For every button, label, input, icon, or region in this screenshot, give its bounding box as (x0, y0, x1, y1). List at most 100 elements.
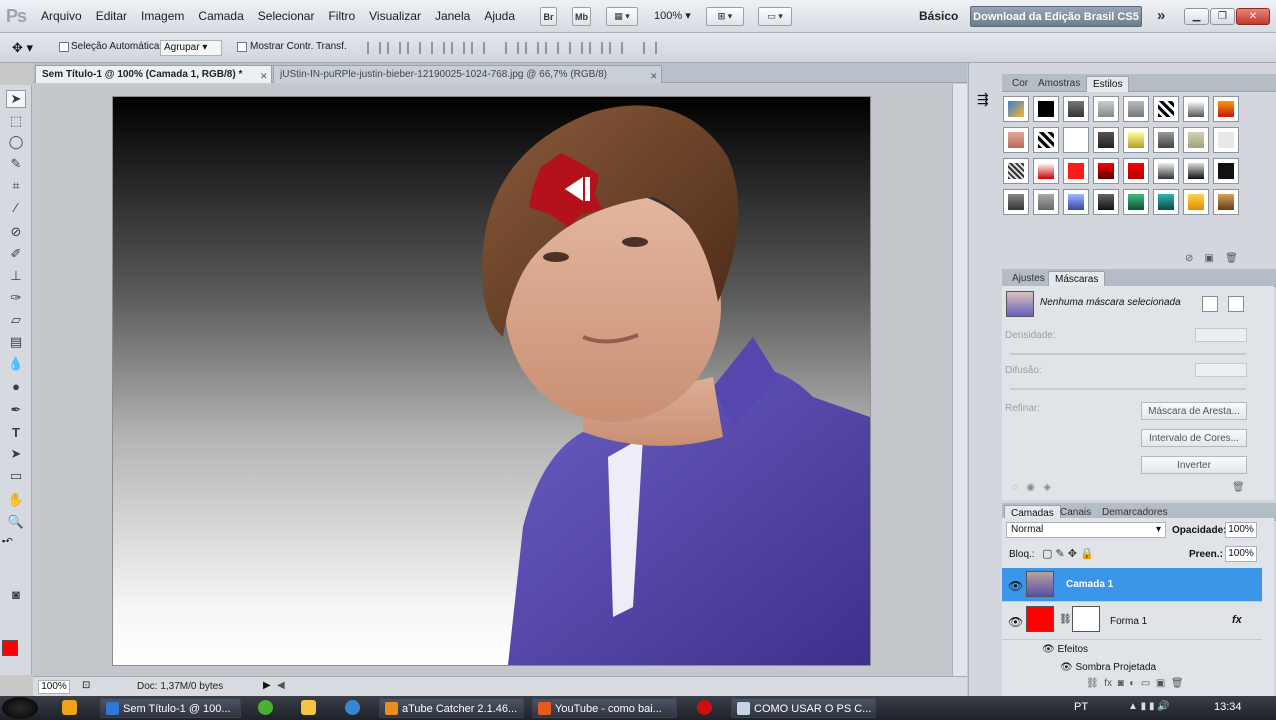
style-preset-swatch[interactable] (1123, 127, 1149, 153)
menu-janela[interactable]: Janela (428, 9, 477, 23)
tab-estilos[interactable]: Estilos (1086, 76, 1130, 92)
language-indicator[interactable]: PT (1074, 701, 1088, 713)
transform-controls-checkbox[interactable] (237, 42, 247, 52)
workspace-label[interactable]: Básico (919, 9, 958, 23)
close-tab-icon[interactable]: ✕ (650, 68, 658, 85)
close-icon[interactable]: ✕ (1236, 8, 1270, 25)
delete-layer-icon[interactable]: 🗑 (1171, 678, 1184, 689)
effects-row[interactable]: 👁 Efeitos (1042, 644, 1088, 655)
invert-button[interactable]: Inverter (1141, 456, 1247, 474)
style-preset-swatch[interactable] (1213, 189, 1239, 215)
history-brush-tool-icon[interactable]: ✑ (6, 289, 26, 307)
layer-row-camada-1[interactable]: 👁 Camada 1 (1002, 568, 1262, 602)
media-player-icon[interactable] (62, 700, 77, 715)
feather-slider[interactable] (1010, 388, 1246, 390)
tab-document-2[interactable]: jUStin-IN-puRPle-justin-bieber-12190025-… (273, 65, 662, 83)
visibility-eye-icon[interactable]: 👁 (1060, 662, 1073, 673)
shape-tool-icon[interactable]: ▭ (6, 467, 26, 485)
style-preset-swatch[interactable] (1213, 158, 1239, 184)
menu-filtro[interactable]: Filtro (321, 9, 362, 23)
auto-select-checkbox[interactable] (59, 42, 69, 52)
tray-icons[interactable]: ▲ ▮ ▮ 🔊 (1128, 701, 1170, 712)
style-preset-swatch[interactable] (1183, 96, 1209, 122)
style-preset-swatch[interactable] (1153, 189, 1179, 215)
tab-mascaras[interactable]: Máscaras (1048, 271, 1106, 287)
internet-explorer-icon[interactable] (345, 700, 360, 715)
foreground-color-swatch[interactable] (2, 640, 18, 656)
status-zoom-field[interactable]: 100% (38, 680, 70, 694)
auto-select-dropdown[interactable]: Agrupar ▾ (160, 40, 222, 56)
color-range-button[interactable]: Intervalo de Cores... (1141, 429, 1247, 447)
distribute-hcenter-icon[interactable] (589, 42, 603, 54)
opacity-input[interactable]: 100% (1225, 522, 1257, 538)
style-preset-swatch[interactable] (1063, 96, 1089, 122)
clear-style-icon[interactable]: ⊘ (1185, 253, 1193, 264)
delete-mask-icon[interactable]: 🗑 (1232, 482, 1245, 493)
feather-input[interactable] (1195, 363, 1247, 377)
view-extras-button[interactable]: ▦ ▾ (606, 7, 638, 26)
distribute-top-icon[interactable] (505, 42, 519, 54)
new-layer-icon[interactable]: ▣ (1156, 678, 1165, 689)
style-preset-swatch[interactable] (1093, 189, 1119, 215)
style-preset-swatch[interactable] (1063, 189, 1089, 215)
hand-tool-icon[interactable]: ✋ (6, 491, 26, 509)
pen-tool-icon[interactable]: ✒ (6, 401, 26, 419)
add-mask-icon[interactable]: ◙ (1118, 678, 1124, 689)
adjustment-layer-icon[interactable]: ◐ (1129, 678, 1135, 689)
brush-tool-icon[interactable]: ✐ (6, 245, 26, 263)
lasso-tool-icon[interactable]: ◯ (6, 133, 26, 151)
mask-edge-button[interactable]: Máscara de Aresta... (1141, 402, 1247, 420)
align-vcenter-icon[interactable] (387, 42, 401, 54)
menu-selecionar[interactable]: Selecionar (251, 9, 322, 23)
new-style-icon[interactable]: ▣ (1205, 253, 1214, 264)
minibridge-button[interactable]: Mb (572, 7, 591, 26)
align-hcenter-icon[interactable] (451, 42, 465, 54)
zoom-tool-icon[interactable]: 🔍 (6, 513, 26, 531)
style-preset-swatch[interactable] (1153, 158, 1179, 184)
quick-selection-tool-icon[interactable]: ✎ (6, 155, 26, 173)
style-preset-swatch[interactable] (1093, 127, 1119, 153)
drop-shadow-row[interactable]: 👁 Sombra Projetada (1060, 662, 1156, 673)
style-preset-swatch[interactable] (1063, 127, 1089, 153)
style-preset-swatch[interactable] (1123, 96, 1149, 122)
hscroll-left-icon[interactable]: ◀ (277, 680, 285, 691)
task-atube-catcher[interactable]: aTube Catcher 2.1.46... (379, 698, 524, 718)
fill-input[interactable]: 100% (1225, 546, 1257, 562)
distribute-left-icon[interactable] (569, 42, 583, 54)
pixel-mask-icon[interactable] (1202, 296, 1218, 312)
visibility-eye-icon[interactable]: 👁 (1008, 579, 1023, 593)
menu-editar[interactable]: Editar (89, 9, 134, 23)
new-group-icon[interactable]: ▭ (1141, 678, 1150, 689)
path-selection-tool-icon[interactable]: ➤ (6, 445, 26, 463)
fx-badge[interactable]: fx (1232, 614, 1242, 626)
marquee-tool-icon[interactable]: ⬚ (6, 112, 26, 130)
style-preset-swatch[interactable] (1003, 96, 1029, 122)
style-preset-swatch[interactable] (1003, 189, 1029, 215)
style-preset-swatch[interactable] (1093, 158, 1119, 184)
eyedropper-tool-icon[interactable]: ⁄ (6, 198, 26, 216)
style-preset-swatch[interactable] (1033, 189, 1059, 215)
crop-tool-icon[interactable]: ⌗ (6, 177, 26, 195)
delete-style-icon[interactable]: 🗑 (1225, 253, 1238, 264)
align-top-icon[interactable] (367, 42, 381, 54)
task-photoshop[interactable]: Sem Título-1 @ 100... (100, 698, 241, 718)
move-tool-icon[interactable]: ✥ ▾ (12, 40, 33, 56)
layer-row-forma-1[interactable]: 👁 ⛓ Forma 1 fx (1002, 602, 1262, 640)
load-selection-icon[interactable]: ◌ (1012, 482, 1018, 493)
blur-tool-icon[interactable]: 💧 (6, 355, 26, 373)
record-icon[interactable] (697, 700, 712, 715)
document-canvas[interactable] (113, 97, 870, 665)
type-tool-icon[interactable]: T (6, 423, 26, 441)
style-preset-swatch[interactable] (1183, 189, 1209, 215)
align-right-icon[interactable] (471, 42, 485, 54)
quick-mask-icon[interactable]: ◙ (6, 585, 26, 603)
app-icon[interactable] (258, 700, 273, 715)
menu-imagem[interactable]: Imagem (134, 9, 191, 23)
menu-camada[interactable]: Camada (191, 9, 250, 23)
tab-ajustes[interactable]: Ajustes (1006, 271, 1051, 287)
status-info-icon[interactable]: ⊡ (82, 680, 90, 691)
style-preset-swatch[interactable] (1183, 127, 1209, 153)
menu-visualizar[interactable]: Visualizar (362, 9, 428, 23)
default-colors-icon[interactable]: ▪↶ (2, 536, 13, 547)
arrange-documents-button[interactable]: ⊞ ▾ (706, 7, 744, 26)
